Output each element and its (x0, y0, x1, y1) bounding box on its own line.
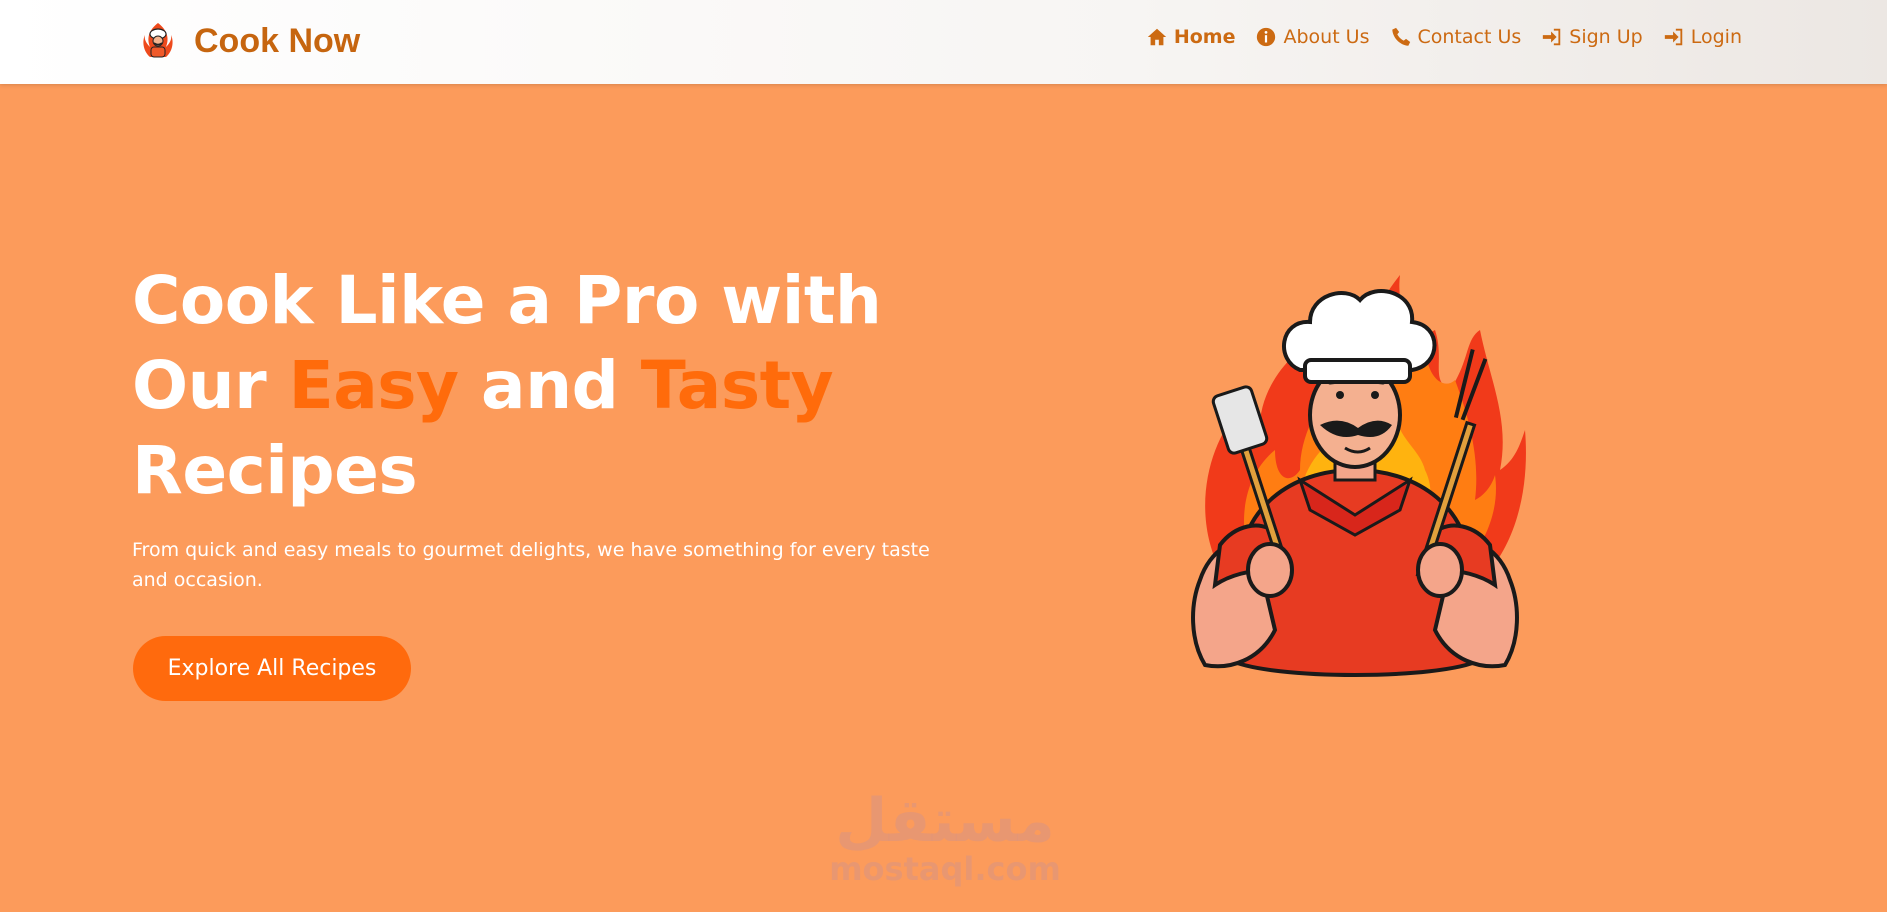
watermark: مستقل mostaql.com (810, 790, 1080, 886)
nav-contact[interactable]: Contact Us (1390, 26, 1522, 48)
info-icon (1257, 27, 1276, 47)
hero-subtitle: From quick and easy meals to gourmet del… (132, 539, 930, 591)
nav-home-label: Home (1173, 26, 1236, 48)
brand-name: Cook Now (194, 21, 361, 60)
nav-login-label: Login (1690, 26, 1742, 48)
sign-in-icon (1543, 28, 1561, 46)
nav-signup[interactable]: Sign Up (1541, 26, 1643, 48)
nav-contact-label: Contact Us (1417, 26, 1522, 48)
chef-illustration (1191, 275, 1526, 677)
hero-title-highlight-easy: Easy (288, 347, 459, 424)
hero-title: Cook Like a Pro with Our Easy and Tasty … (132, 258, 932, 513)
watermark-latin: mostaql.com (829, 850, 1061, 888)
brand-link[interactable]: Cook Now (140, 16, 360, 66)
nav-home[interactable]: Home (1146, 26, 1236, 48)
main-nav: Home About Us Contact Us Sign Up Login (1146, 26, 1742, 48)
nav-login[interactable]: Login (1663, 26, 1742, 48)
hero-title-highlight-tasty: Tasty (640, 347, 834, 424)
hero-title-part3: Recipes (132, 432, 418, 509)
explore-recipes-button[interactable]: Explore All Recipes (133, 636, 411, 701)
nav-signup-label: Sign Up (1569, 26, 1643, 48)
nav-about-label: About Us (1283, 26, 1370, 48)
sign-in-icon (1664, 28, 1682, 46)
phone-icon (1391, 27, 1410, 46)
home-icon (1147, 28, 1166, 46)
nav-about[interactable]: About Us (1255, 26, 1370, 48)
hero-title-part2: and (458, 347, 641, 424)
watermark-arabic: مستقل (835, 786, 1055, 856)
navbar: Cook Now Home About Us Contact Us Sign U… (0, 0, 1887, 84)
chef-logo-icon (143, 23, 173, 58)
